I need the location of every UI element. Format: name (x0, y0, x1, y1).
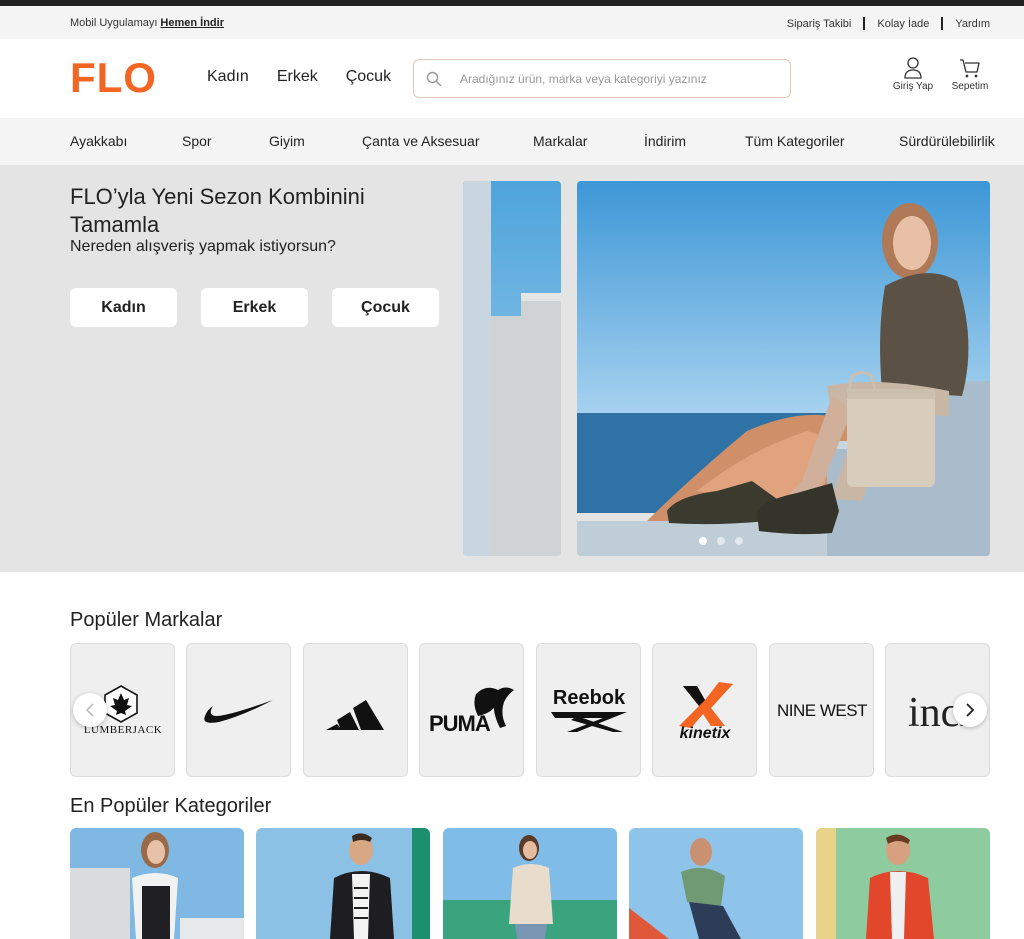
category-card-5[interactable] (816, 828, 990, 939)
app-promo: Mobil Uygulamayı Hemen İndir (70, 17, 224, 29)
category-markalar[interactable]: Markalar (533, 133, 587, 149)
order-tracking-link[interactable]: Sipariş Takibi (787, 18, 852, 30)
carousel-dot-3[interactable] (735, 537, 743, 545)
account-label: Giriş Yap (892, 81, 934, 92)
brand-card-kinetix[interactable]: kinetix (652, 643, 757, 777)
utility-bar: Mobil Uygulamayı Hemen İndir Sipariş Taki… (0, 6, 1024, 39)
brand-card-adidas[interactable] (303, 643, 408, 777)
adidas-logo (326, 700, 384, 730)
category-image-casual (816, 828, 990, 939)
hero-subtitle: Nereden alışveriş yapmak istiyorsun? (70, 238, 336, 255)
hero-cocuk-button[interactable]: Çocuk (332, 288, 439, 327)
app-download-link[interactable]: Hemen İndir (160, 17, 224, 29)
popular-categories-title: En Popüler Kategoriler (70, 795, 272, 817)
divider (941, 17, 944, 30)
cart-button[interactable]: Sepetim (948, 57, 992, 92)
divider (863, 17, 866, 30)
hero-banner: FLO’yla Yeni Sezon Kombinini Tamamla Ner… (0, 165, 1024, 572)
hero-kadin-button[interactable]: Kadın (70, 288, 177, 327)
category-spor[interactable]: Spor (182, 133, 212, 149)
logo-text: FLO (70, 55, 157, 99)
puma-logo: PUMA (429, 687, 514, 736)
nav-erkek[interactable]: Erkek (277, 68, 318, 86)
brands-next-arrow[interactable] (953, 693, 987, 727)
brand-nine-west-text: NINE WEST (777, 701, 867, 720)
chevron-left-icon (85, 703, 94, 717)
brands-prev-arrow[interactable] (73, 693, 107, 727)
easy-return-link[interactable]: Kolay İade (877, 18, 929, 30)
nike-logo (204, 700, 273, 723)
brand-reebok-text: Reebok (553, 687, 626, 709)
category-card-2[interactable] (256, 828, 430, 939)
category-card-3[interactable] (443, 828, 617, 939)
category-card-4[interactable] (629, 828, 803, 939)
main-nav: Kadın Erkek Çocuk (207, 68, 391, 86)
kinetix-logo: kinetix (679, 682, 733, 742)
nav-cocuk[interactable]: Çocuk (346, 68, 391, 86)
category-surdurulebilirlik[interactable]: Sürdürülebilirlik (899, 133, 995, 149)
category-image-sport (629, 828, 803, 939)
cart-icon (960, 59, 980, 78)
model-photo (577, 181, 990, 556)
brand-kinetix-text: kinetix (680, 725, 732, 742)
utility-links: Sipariş Takibi Kolay İade Yardım (787, 17, 990, 30)
help-link[interactable]: Yardım (955, 18, 990, 30)
header: FLO Kadın Erkek Çocuk Giriş Yap Sepetim (0, 39, 1024, 118)
nav-kadin[interactable]: Kadın (207, 68, 249, 86)
popular-brands-title: Popüler Markalar (70, 609, 223, 631)
search-icon (426, 71, 442, 86)
reebok-logo: Reebok (551, 687, 627, 732)
category-ayakkabi[interactable]: Ayakkabı (70, 133, 127, 149)
category-canta-aksesuar[interactable]: Çanta ve Aksesuar (362, 133, 480, 149)
hero-title: FLO’yla Yeni Sezon Kombinini Tamamla (70, 184, 365, 237)
hero-slide-previous[interactable] (463, 181, 561, 556)
user-icon (904, 57, 922, 79)
category-tum-kategoriler[interactable]: Tüm Kategoriler (745, 133, 845, 149)
hero-erkek-button[interactable]: Erkek (201, 288, 308, 327)
brand-card-nike[interactable] (186, 643, 291, 777)
brand-card-puma[interactable]: PUMA (419, 643, 524, 777)
chevron-right-icon (966, 703, 975, 717)
cart-label: Sepetim (951, 81, 989, 92)
category-image-women (70, 828, 244, 939)
nine-west-logo: NINE WEST (777, 701, 868, 720)
category-image-men (256, 828, 430, 939)
category-bar: Ayakkabı Spor Giyim Çanta ve Aksesuar Ma… (0, 118, 1024, 165)
category-card-1[interactable] (70, 828, 244, 939)
architecture-image (463, 181, 561, 556)
category-giyim[interactable]: Giyim (269, 133, 305, 149)
hero-slide-main[interactable] (577, 181, 990, 556)
category-image-fashion (443, 828, 617, 939)
carousel-dot-1[interactable] (699, 537, 707, 545)
flo-logo[interactable]: FLO (70, 55, 176, 99)
account-button[interactable]: Giriş Yap (890, 57, 936, 92)
carousel-dot-2[interactable] (717, 537, 725, 545)
brand-card-reebok[interactable]: Reebok (536, 643, 641, 777)
brand-card-nine-west[interactable]: NINE WEST (769, 643, 874, 777)
search-box[interactable] (413, 59, 791, 98)
category-indirim[interactable]: İndirim (644, 133, 686, 149)
brand-puma-text: PUMA (429, 711, 491, 736)
search-input[interactable] (460, 71, 760, 86)
app-promo-text: Mobil Uygulamayı (70, 17, 158, 29)
carousel-dots (699, 537, 743, 545)
